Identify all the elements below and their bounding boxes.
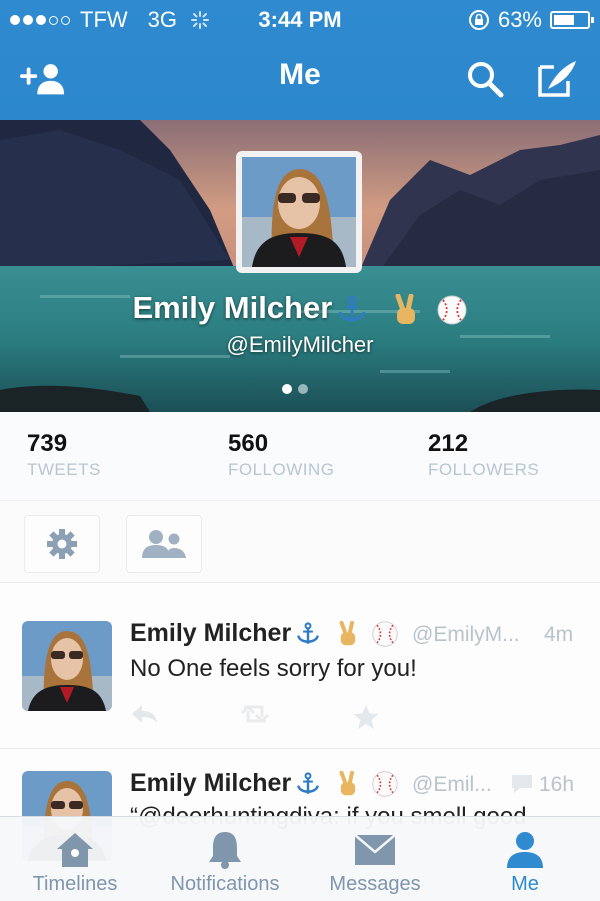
profile-avatar[interactable] [236, 151, 362, 273]
profile-actions-row [0, 500, 600, 583]
tab-timelines[interactable]: Timelines [0, 817, 150, 901]
tweet-timestamp: 4m [544, 623, 574, 646]
home-icon [57, 833, 93, 867]
victory-hand-emoji [339, 771, 356, 796]
retweet-icon[interactable] [238, 703, 272, 725]
page-dot-active [282, 384, 292, 394]
compose-icon[interactable] [534, 58, 580, 100]
tweet-handle: @EmilyM... [412, 623, 520, 646]
stat-label: TWEETS [27, 460, 101, 479]
tab-notifications[interactable]: Notifications [150, 817, 300, 901]
tweet-handle: @Emil... [412, 773, 492, 796]
page-title: Me [279, 58, 321, 91]
people-icon [142, 530, 186, 558]
tab-bar: Timelines Notifications Messages Me [0, 816, 600, 901]
battery-icon [550, 11, 594, 29]
people-button[interactable] [126, 515, 202, 573]
anchor-emoji [338, 295, 366, 322]
profile-name-text: Emily Milcher [132, 290, 333, 325]
conversation-icon [512, 775, 532, 793]
baseball-emoji [372, 771, 398, 798]
orientation-lock-icon [468, 10, 489, 30]
reply-icon[interactable] [130, 703, 158, 725]
stat-followers[interactable]: 212 FOLLOWERS [428, 430, 539, 480]
tab-label: Timelines [32, 873, 118, 895]
profile-handle: @EmilyMilcher [226, 332, 374, 357]
victory-hand-emoji [339, 621, 356, 646]
tweet-timestamp: 16h [539, 773, 575, 796]
profile-header: Emily Milcher @EmilyMilcher [0, 120, 600, 412]
baseball-emoji [372, 621, 398, 648]
stat-label: FOLLOWING [228, 460, 335, 479]
tweet-avatar[interactable] [22, 621, 112, 711]
profile-stats: 739 TWEETS 560 FOLLOWING 212 FOLLOWERS [0, 412, 600, 500]
envelope-icon [354, 834, 396, 865]
tweet-row[interactable]: Emily Milcher @EmilyM... 4m No One feels… [0, 582, 600, 749]
stat-tweets[interactable]: 739 TWEETS [27, 430, 101, 480]
avatar-photo [242, 157, 356, 267]
tweet-author[interactable]: Emily Milcher [130, 619, 399, 648]
status-bar: TFW 3G 3:44 PM 63% [0, 0, 600, 40]
tweet-text: No One feels sorry for you! [130, 655, 417, 682]
tweet-actions [130, 703, 380, 731]
tab-label: Messages [329, 873, 421, 895]
gear-icon [47, 529, 77, 559]
page-dot [298, 384, 308, 394]
victory-hand-emoji [395, 293, 415, 324]
tweet-author[interactable]: Emily Milcher [130, 769, 399, 798]
stat-value: 560 [228, 430, 269, 457]
stat-value: 212 [428, 430, 469, 457]
tweet-author-name: Emily Milcher [130, 769, 292, 797]
baseball-emoji [437, 295, 467, 325]
settings-button[interactable] [24, 515, 100, 573]
person-icon [507, 832, 543, 868]
stat-following[interactable]: 560 FOLLOWING [228, 430, 335, 480]
search-icon[interactable] [462, 58, 508, 100]
tweet-author-name: Emily Milcher [130, 619, 292, 647]
stat-label: FOLLOWERS [428, 460, 540, 479]
header-page-indicator[interactable] [282, 384, 308, 394]
stat-value: 739 [27, 430, 68, 457]
favorite-star-icon[interactable] [352, 703, 380, 731]
bell-icon [209, 832, 241, 869]
anchor-emoji [297, 622, 320, 645]
tab-label: Notifications [170, 873, 280, 895]
tab-label: Me [511, 873, 539, 895]
tab-messages[interactable]: Messages [300, 817, 450, 901]
battery-percent: 63% [497, 7, 542, 32]
tab-me[interactable]: Me [450, 817, 600, 901]
top-bar: TFW 3G 3:44 PM 63% Me [0, 0, 600, 120]
anchor-emoji [297, 772, 320, 795]
nav-bar: Me [0, 40, 600, 120]
profile-name: Emily Milcher [0, 290, 600, 326]
